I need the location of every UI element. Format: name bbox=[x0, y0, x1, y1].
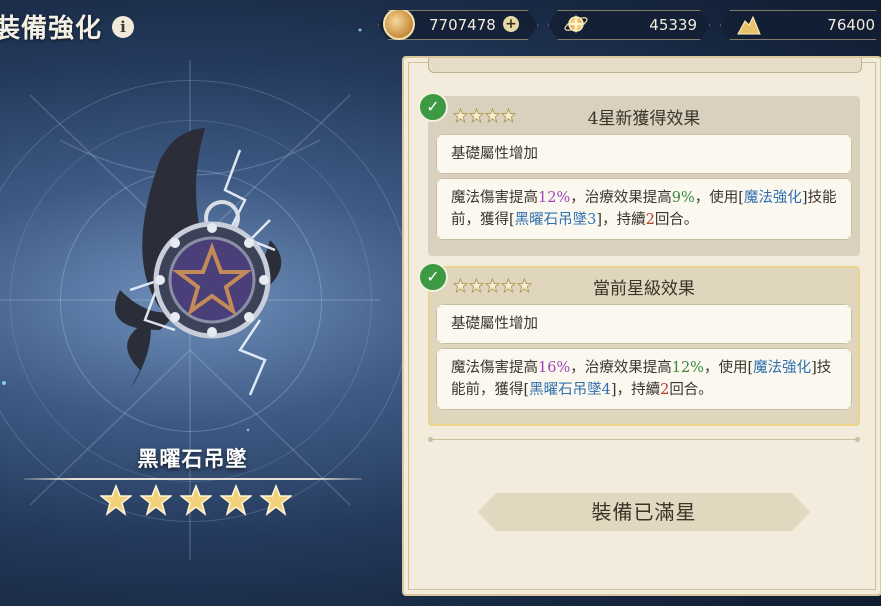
panel-divider bbox=[428, 437, 860, 442]
equipment-maxed-button[interactable]: 裝備已滿星 bbox=[478, 493, 810, 531]
crystal-pile-icon bbox=[737, 15, 761, 35]
star-currency: 45339 bbox=[548, 10, 710, 40]
star-icon bbox=[140, 484, 172, 516]
obsidian-pendant-image bbox=[115, 128, 282, 396]
crystal-value: 76400 bbox=[827, 16, 875, 34]
item-name: 黑曜石吊墜 bbox=[137, 446, 248, 471]
star-icon bbox=[220, 484, 252, 516]
effect-title: 當前星級效果 bbox=[593, 279, 695, 299]
star-icon bbox=[180, 484, 212, 516]
star-orb-icon bbox=[563, 11, 589, 37]
buff-link[interactable]: 黑曜石吊墜3 bbox=[515, 212, 597, 228]
gold-currency: 7707478 + bbox=[378, 10, 538, 40]
info-icon[interactable]: i bbox=[112, 15, 135, 38]
base-stat-text: 基礎屬性增加 bbox=[436, 134, 852, 174]
name-divider bbox=[24, 478, 362, 480]
skill-link[interactable]: 魔法強化 bbox=[753, 360, 811, 376]
star-icon bbox=[100, 484, 132, 516]
gold-value: 7707478 bbox=[429, 16, 496, 34]
star-icon bbox=[260, 484, 292, 516]
effect-description: 魔法傷害提高16%，治療效果提高12%，使用[魔法強化]技能前，獲得[黑曜石吊墜… bbox=[436, 348, 852, 410]
base-stat-text: 基礎屬性增加 bbox=[436, 304, 852, 344]
item-star-rating bbox=[100, 484, 292, 516]
star-value: 45339 bbox=[649, 16, 697, 34]
page-title: 裝備強化 bbox=[0, 14, 103, 44]
skill-link[interactable]: 魔法強化 bbox=[744, 190, 802, 206]
crystal-currency: 76400 bbox=[720, 10, 881, 40]
effect-description: 魔法傷害提高12%，治療效果提高9%，使用[魔法強化]技能前，獲得[黑曜石吊墜3… bbox=[436, 178, 852, 240]
add-gold-button[interactable]: + bbox=[503, 16, 519, 32]
buff-link[interactable]: 黑曜石吊墜4 bbox=[529, 382, 611, 398]
title-bar: 裝備強化 i bbox=[0, 8, 135, 45]
previous-effect-strip bbox=[428, 58, 862, 73]
gold-coin-icon bbox=[383, 8, 415, 40]
effect-title: 4星新獲得效果 bbox=[587, 109, 701, 129]
